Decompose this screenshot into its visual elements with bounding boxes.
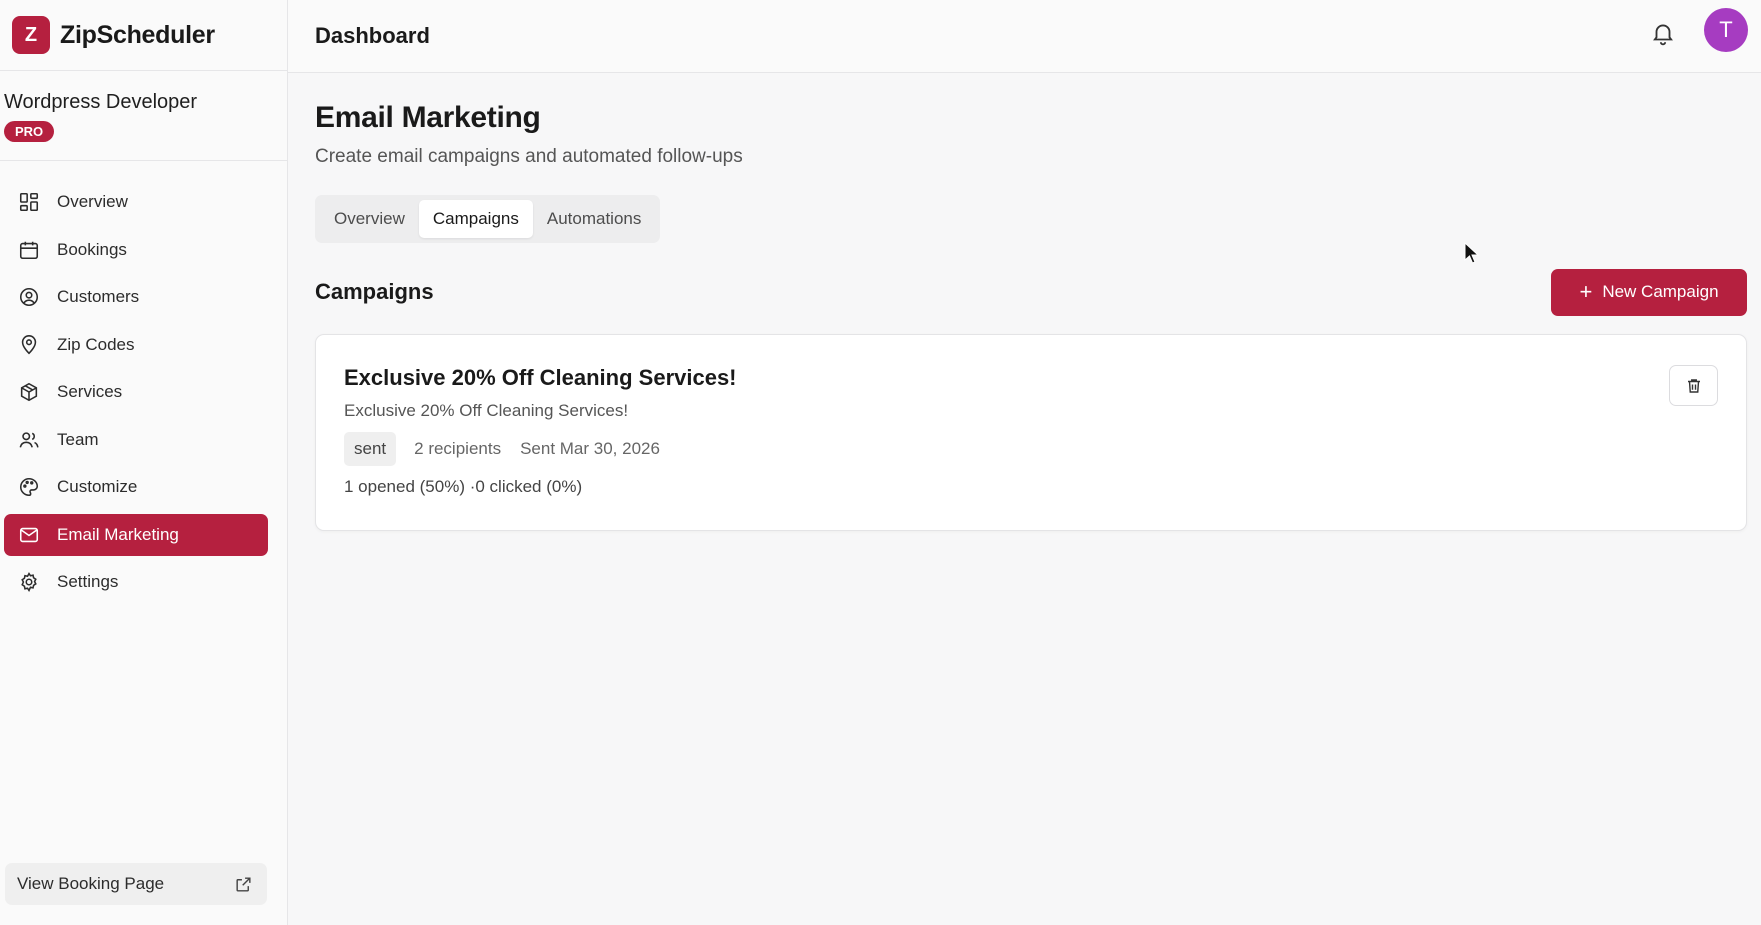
tab-automations[interactable]: Automations [533,200,656,238]
sidebar-item-label: Customers [57,287,140,306]
campaign-title: Exclusive 20% Off Cleaning Services! [344,365,737,390]
external-link-icon [236,876,251,892]
map-pin-icon [21,334,37,354]
tab-overview[interactable]: Overview [320,200,419,238]
campaign-card[interactable]: Exclusive 20% Off Cleaning Services! Exc… [315,334,1747,531]
campaign-subject: Exclusive 20% Off Cleaning Services! [344,401,629,420]
gear-icon [21,572,37,593]
recipient-count: 2 recipients [414,439,502,458]
new-campaign-button[interactable]: + New Campaign [1551,268,1747,316]
sidebar-item-settings[interactable]: Settings [4,561,268,603]
campaign-stats: 1 opened (50%) ·0 clicked (0%) [344,477,583,496]
page-content: Email Marketing Create email campaigns a… [288,101,1761,531]
brand[interactable]: Z ZipScheduler [0,0,287,71]
status-badge: sent [344,432,397,466]
topbar: Dashboard T [288,0,1761,73]
bell-icon[interactable] [1650,20,1676,46]
sidebar-item-label: Overview [57,192,128,211]
package-icon [20,382,38,402]
calendar-icon [19,241,39,259]
delete-campaign-button[interactable] [1669,365,1718,406]
page-title: Email Marketing [315,101,541,134]
sidebar-nav: Overview Bookings Customers Zip Codes Se… [0,161,287,603]
brand-name: ZipScheduler [60,20,215,49]
sidebar-item-label: Services [57,382,123,401]
palette-icon [20,477,39,497]
sidebar-item-label: Email Marketing [57,524,179,544]
tab-campaigns[interactable]: Campaigns [418,200,533,238]
plus-icon: + [1579,279,1593,304]
tab-bar: Overview Campaigns Automations [315,195,661,243]
sidebar-item-label: Settings [57,572,119,591]
avatar[interactable]: T [1704,8,1748,52]
grid-icon [19,192,39,212]
workspace-name: Wordpress Developer [4,91,198,113]
sidebar-item-bookings[interactable]: Bookings [4,229,268,271]
campaign-meta: sent 2 recipients Sent Mar 30, 2026 [344,432,1718,466]
topbar-title: Dashboard [315,23,430,48]
brand-logo: Z [12,16,50,54]
sidebar-item-services[interactable]: Services [4,371,268,413]
users-icon [19,431,39,448]
sidebar-item-customize[interactable]: Customize [4,466,268,508]
plan-badge: PRO [4,121,55,142]
sidebar-item-label: Bookings [57,239,127,259]
sent-date: Sent Mar 30, 2026 [520,439,660,458]
sidebar-item-overview[interactable]: Overview [4,181,268,223]
sidebar-item-label: Customize [57,477,138,496]
mail-icon [19,527,39,542]
sidebar-item-zip-codes[interactable]: Zip Codes [4,324,268,366]
campaigns-header: Campaigns + New Campaign [315,268,1761,316]
sidebar-item-customers[interactable]: Customers [4,276,268,318]
sidebar-item-label: Zip Codes [57,334,135,354]
page-subtitle: Create email campaigns and automated fol… [315,146,743,167]
view-booking-page-link[interactable]: View Booking Page [5,863,267,905]
sidebar-item-team[interactable]: Team [4,419,268,461]
user-circle-icon [19,287,39,307]
mouse-cursor-icon [1464,242,1480,264]
main-area: Dashboard T Email Marketing Create email… [288,0,1761,925]
sidebar-item-email-marketing[interactable]: Email Marketing [4,513,268,556]
app-shell: Z ZipScheduler Wordpress Developer PRO O… [0,0,1761,925]
new-campaign-label: New Campaign [1602,282,1719,301]
sidebar: Z ZipScheduler Wordpress Developer PRO O… [0,0,288,925]
sidebar-item-label: Team [57,429,99,449]
view-booking-label: View Booking Page [17,874,165,893]
trash-icon [1687,378,1700,393]
section-title: Campaigns [315,279,434,304]
workspace-info: Wordpress Developer PRO [0,71,287,161]
